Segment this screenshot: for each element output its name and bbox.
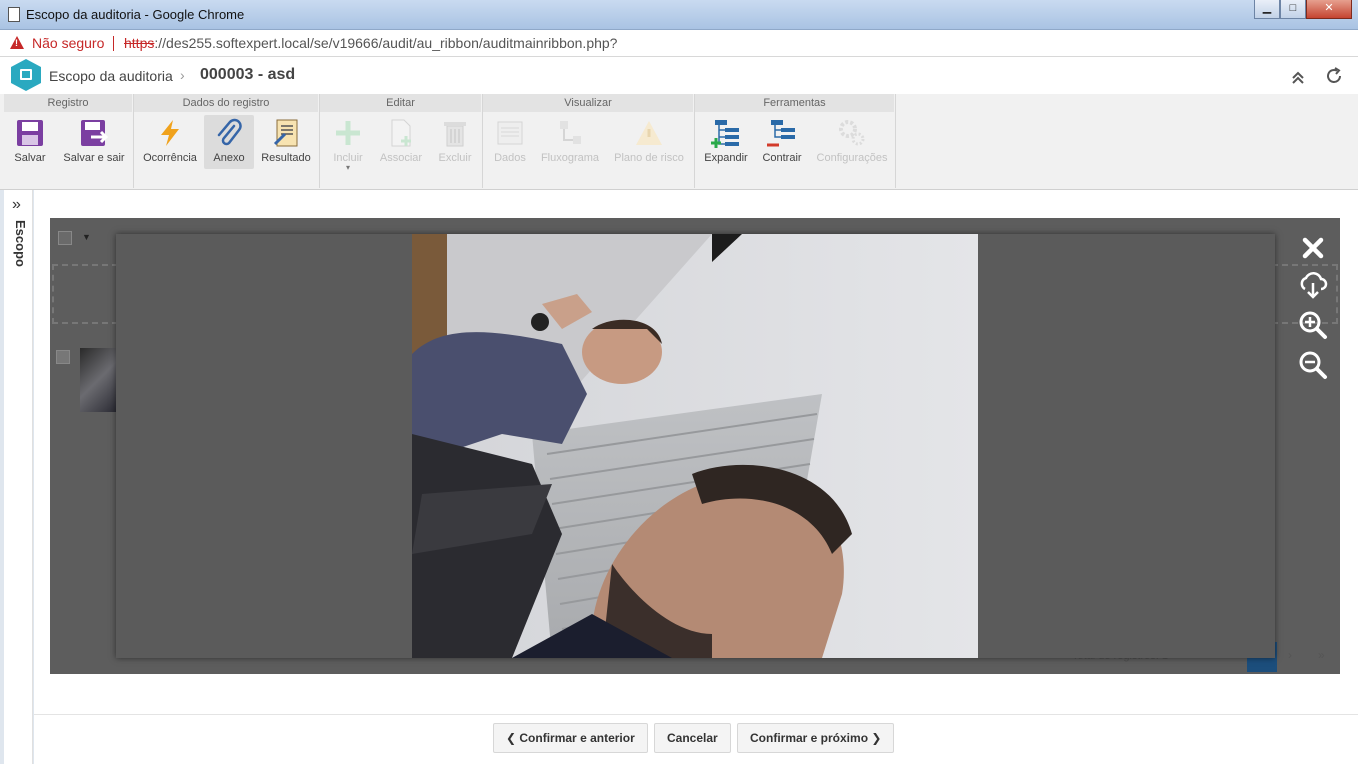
breadcrumb-separator: › [180,67,185,83]
row-thumbnail[interactable] [80,348,116,412]
zoom-in-icon[interactable] [1296,308,1330,342]
select-dropdown-icon[interactable]: ▼ [82,232,91,242]
result-button[interactable]: Resultado [258,115,314,169]
url-text[interactable]: https://des255.softexpert.local/se/v1966… [124,35,617,51]
floppy-disk-icon [17,120,43,146]
page-title: 000003 - asd [200,66,296,83]
address-bar[interactable]: ! Não seguro https://des255.softexpert.l… [0,30,1358,57]
confirm-next-button[interactable]: Confirmar e próximo ❯ [737,723,895,753]
include-dropdown-arrow[interactable]: ▾ [326,164,370,172]
associate-document-icon [391,119,411,147]
save-exit-icon [81,120,109,146]
data-button[interactable]: Dados [489,115,531,169]
cloud-download-icon[interactable] [1296,268,1330,302]
pager-last-icon[interactable]: » [1318,648,1325,662]
window-controls: ▁ □ ✕ [1254,0,1352,19]
risk-plan-button[interactable]: Plano de risco [609,115,689,169]
confirm-previous-button[interactable]: ❮ Confirmar e anterior [493,723,648,753]
ribbon-group-editar: Editar Incluir ▾ Associar Excluir [320,94,483,188]
data-sheet-icon [497,121,523,145]
footer-actions: ❮ Confirmar e anterior Cancelar Confirma… [34,714,1358,764]
delete-button[interactable]: Excluir [432,115,478,169]
select-all-checkbox[interactable] [58,231,72,245]
attachment-photo [412,234,978,658]
ribbon-toolbar: Registro Salvar Salvar e sair Dados do r… [0,94,1358,190]
chevron-right-icon[interactable]: » [12,196,21,214]
app-header: Escopo da auditoria › 000003 - asd [0,57,1358,94]
close-window-button[interactable]: ✕ [1306,0,1352,19]
ribbon-group-dados-registro: Dados do registro Ocorrência Anexo Resul… [134,94,320,188]
save-and-exit-button[interactable]: Salvar e sair [58,115,130,169]
include-button[interactable]: Incluir ▾ [326,115,370,172]
side-panel-label: Escopo [13,220,28,267]
collapse-header-icon[interactable] [1290,69,1306,85]
window-title: Escopo da auditoria - Google Chrome [26,7,245,22]
breadcrumb-section[interactable]: Escopo da auditoria [49,68,173,84]
minimize-button[interactable]: ▁ [1254,0,1280,19]
expand-tree-icon [711,120,739,148]
trash-icon [444,122,466,147]
zoom-out-icon[interactable] [1296,348,1330,382]
cancel-button[interactable]: Cancelar [654,723,731,753]
expand-button[interactable]: Expandir [701,115,751,169]
warning-triangle-icon [636,121,662,145]
lightning-icon [161,120,179,146]
associate-button[interactable]: Associar [376,115,426,169]
flowchart-button[interactable]: Fluxograma [537,115,603,169]
collapse-tree-icon [767,120,795,147]
row-checkbox[interactable] [56,350,70,364]
paperclip-icon [217,118,242,146]
scope-side-panel-toggle[interactable]: » Escopo [4,190,33,764]
flowchart-icon [560,121,581,144]
occurrence-button[interactable]: Ocorrência [140,115,200,169]
refresh-icon[interactable] [1324,66,1344,86]
security-status[interactable]: Não seguro [32,35,104,51]
result-document-icon [273,119,298,147]
save-button[interactable]: Salvar [10,115,50,169]
maximize-button[interactable]: □ [1280,0,1306,19]
settings-button[interactable]: Configurações [813,115,891,169]
pager-next-icon[interactable]: › [1288,648,1292,662]
photo-image [412,234,978,658]
window-titlebar: Escopo da auditoria - Google Chrome ▁ □ … [0,0,1358,30]
attachment-button[interactable]: Anexo [204,115,254,169]
document-icon [8,7,20,22]
plus-icon [336,121,360,145]
ribbon-group-visualizar: Visualizar Dados Fluxograma Plano de ris… [483,94,695,188]
ribbon-group-registro: Registro Salvar Salvar e sair [4,94,134,188]
ribbon-group-ferramentas: Ferramentas Expandir Contrair Configuraç… [695,94,896,188]
collapse-button[interactable]: Contrair [757,115,807,169]
gears-icon [839,120,865,146]
image-viewer [116,234,1275,658]
close-icon[interactable] [1296,231,1330,265]
audit-logo-icon [11,59,41,91]
